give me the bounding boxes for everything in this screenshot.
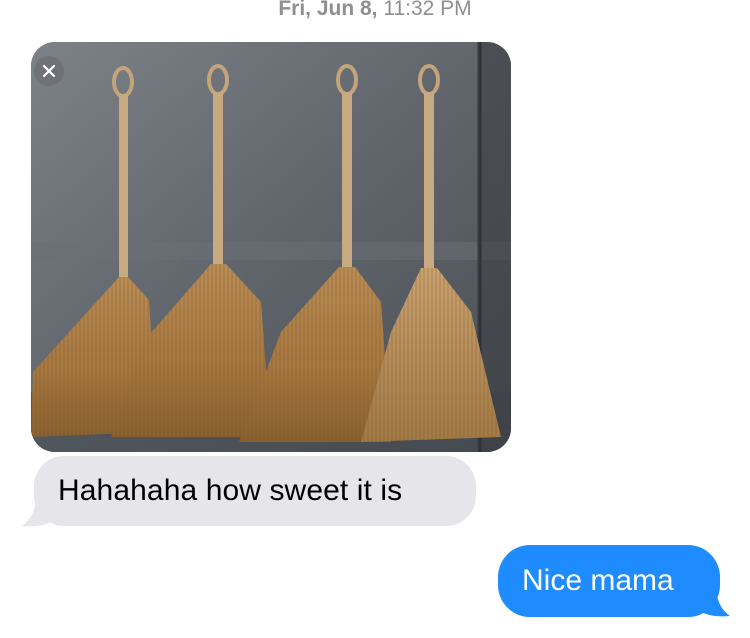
timestamp-time: 11:32 PM — [383, 0, 472, 20]
dismiss-attachment-button[interactable] — [34, 56, 64, 86]
outgoing-message-bubble[interactable]: Nice mama — [498, 545, 720, 617]
image-attachment[interactable] — [31, 42, 511, 452]
incoming-message-text: Hahahaha how sweet it is — [58, 474, 403, 507]
brooms-photo — [31, 42, 511, 452]
conversation-timestamp: Fri, Jun 8, 11:32 PM — [0, 0, 750, 24]
incoming-message-bubble[interactable]: Hahahaha how sweet it is — [34, 456, 476, 526]
outgoing-message-text: Nice mama — [522, 564, 674, 597]
close-icon — [42, 64, 56, 78]
timestamp-day: Fri, Jun 8, — [278, 0, 378, 20]
